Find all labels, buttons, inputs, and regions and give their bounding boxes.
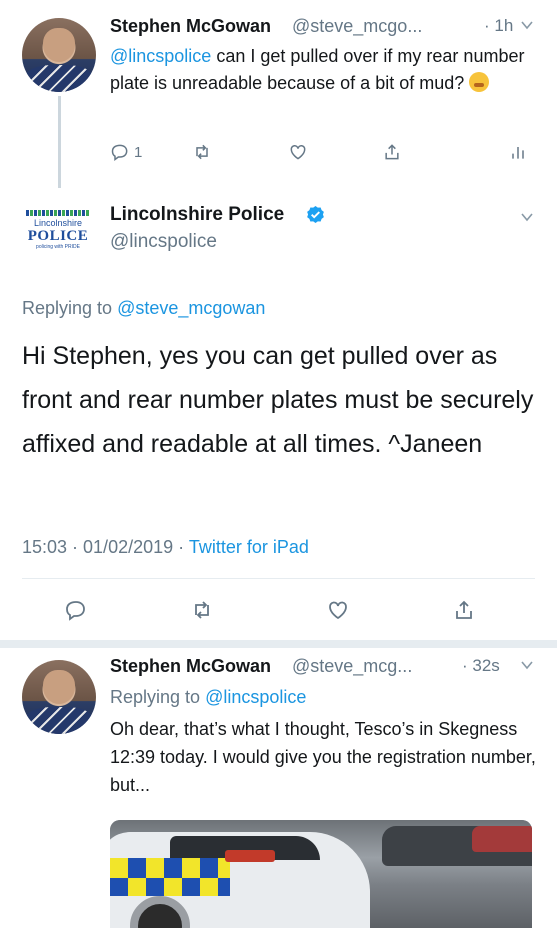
replying-label: Replying to [110, 687, 201, 707]
share-button[interactable] [452, 598, 476, 622]
grimacing-face-emoji-icon [469, 72, 490, 92]
tweet-meta: 15:03 · 01/02/2019 · Twitter for iPad [22, 537, 309, 558]
share-icon [385, 144, 399, 160]
replying-to: Replying to @lincspolice [110, 687, 306, 708]
tweet-timestamp[interactable]: 15:03 · 01/02/2019 · [22, 537, 189, 557]
tweet-time[interactable]: · 1h [484, 16, 513, 36]
like-button[interactable] [326, 598, 350, 622]
share-button[interactable] [382, 140, 402, 164]
tweet-text: Hi Stephen, yes you can get pulled over … [22, 342, 534, 458]
heart-icon [329, 601, 347, 620]
retweet-icon [196, 144, 208, 160]
lincolnshire-police-logo[interactable]: Lincolnshire POLICE policing with PRIDE [22, 208, 94, 260]
tweet-actions: 1 [110, 140, 530, 164]
photo-tail-light [225, 850, 275, 862]
avatar[interactable] [22, 18, 96, 92]
author-name[interactable]: Stephen McGowan [110, 656, 271, 677]
reply-count: 1 [134, 143, 143, 161]
logo-line1: Lincolnshire [33, 218, 83, 228]
retweet-button[interactable] [192, 140, 212, 164]
author-handle[interactable]: @steve_mcg... [292, 656, 412, 677]
avatar-face [42, 28, 76, 63]
chevron-down-icon[interactable] [520, 658, 534, 672]
thread-line [58, 96, 61, 188]
reply-icon [66, 601, 85, 621]
logo-checker [26, 210, 90, 216]
tweet-time[interactable]: · 32s [462, 656, 500, 676]
share-icon [456, 600, 472, 619]
section-separator [0, 640, 557, 648]
divider [22, 578, 535, 579]
photo-red-car [472, 826, 532, 852]
tweet-source-link[interactable]: Twitter for iPad [189, 537, 309, 557]
avatar-shirt [25, 707, 93, 734]
avatar[interactable] [22, 660, 96, 734]
retweet-button[interactable] [190, 598, 214, 622]
mention-link[interactable]: @lincspolice [110, 46, 211, 66]
chevron-down-icon[interactable] [520, 210, 534, 224]
reply-button[interactable] [64, 598, 88, 622]
heart-icon [290, 144, 306, 160]
chevron-down-icon[interactable] [520, 18, 534, 32]
replying-to: Replying to @steve_mcgowan [22, 298, 265, 319]
tweet-photo[interactable] [110, 820, 532, 928]
analytics-button[interactable] [508, 140, 528, 164]
avatar-shirt [25, 65, 93, 92]
logo-line3: policing with PRIDE [36, 244, 80, 250]
verified-badge-icon [307, 205, 324, 224]
reply-button[interactable]: 1 [110, 140, 142, 164]
author-handle[interactable]: @lincspolice [110, 231, 217, 253]
tweet-actions [22, 598, 535, 624]
logo-line2: POLICE [27, 228, 89, 244]
replying-label: Replying to [22, 298, 113, 318]
replying-handle-link[interactable]: @steve_mcgowan [117, 298, 265, 318]
photo-battenburg-stripe [110, 878, 230, 896]
photo-battenburg-stripe [110, 858, 230, 878]
replying-handle-link[interactable]: @lincspolice [205, 687, 306, 707]
author-name[interactable]: Stephen McGowan [110, 16, 271, 37]
author-name[interactable]: Lincolnshire Police [110, 204, 284, 226]
tweet-text: Oh dear, that’s what I thought, Tesco’s … [110, 719, 536, 795]
author-handle[interactable]: @steve_mcgo... [292, 16, 422, 37]
like-button[interactable] [288, 140, 308, 164]
analytics-icon [512, 147, 524, 159]
reply-icon [111, 144, 128, 161]
avatar-face [42, 670, 76, 705]
tweet-text: @lincspolice can I get pulled over if my… [110, 43, 530, 97]
retweet-icon [195, 601, 209, 619]
